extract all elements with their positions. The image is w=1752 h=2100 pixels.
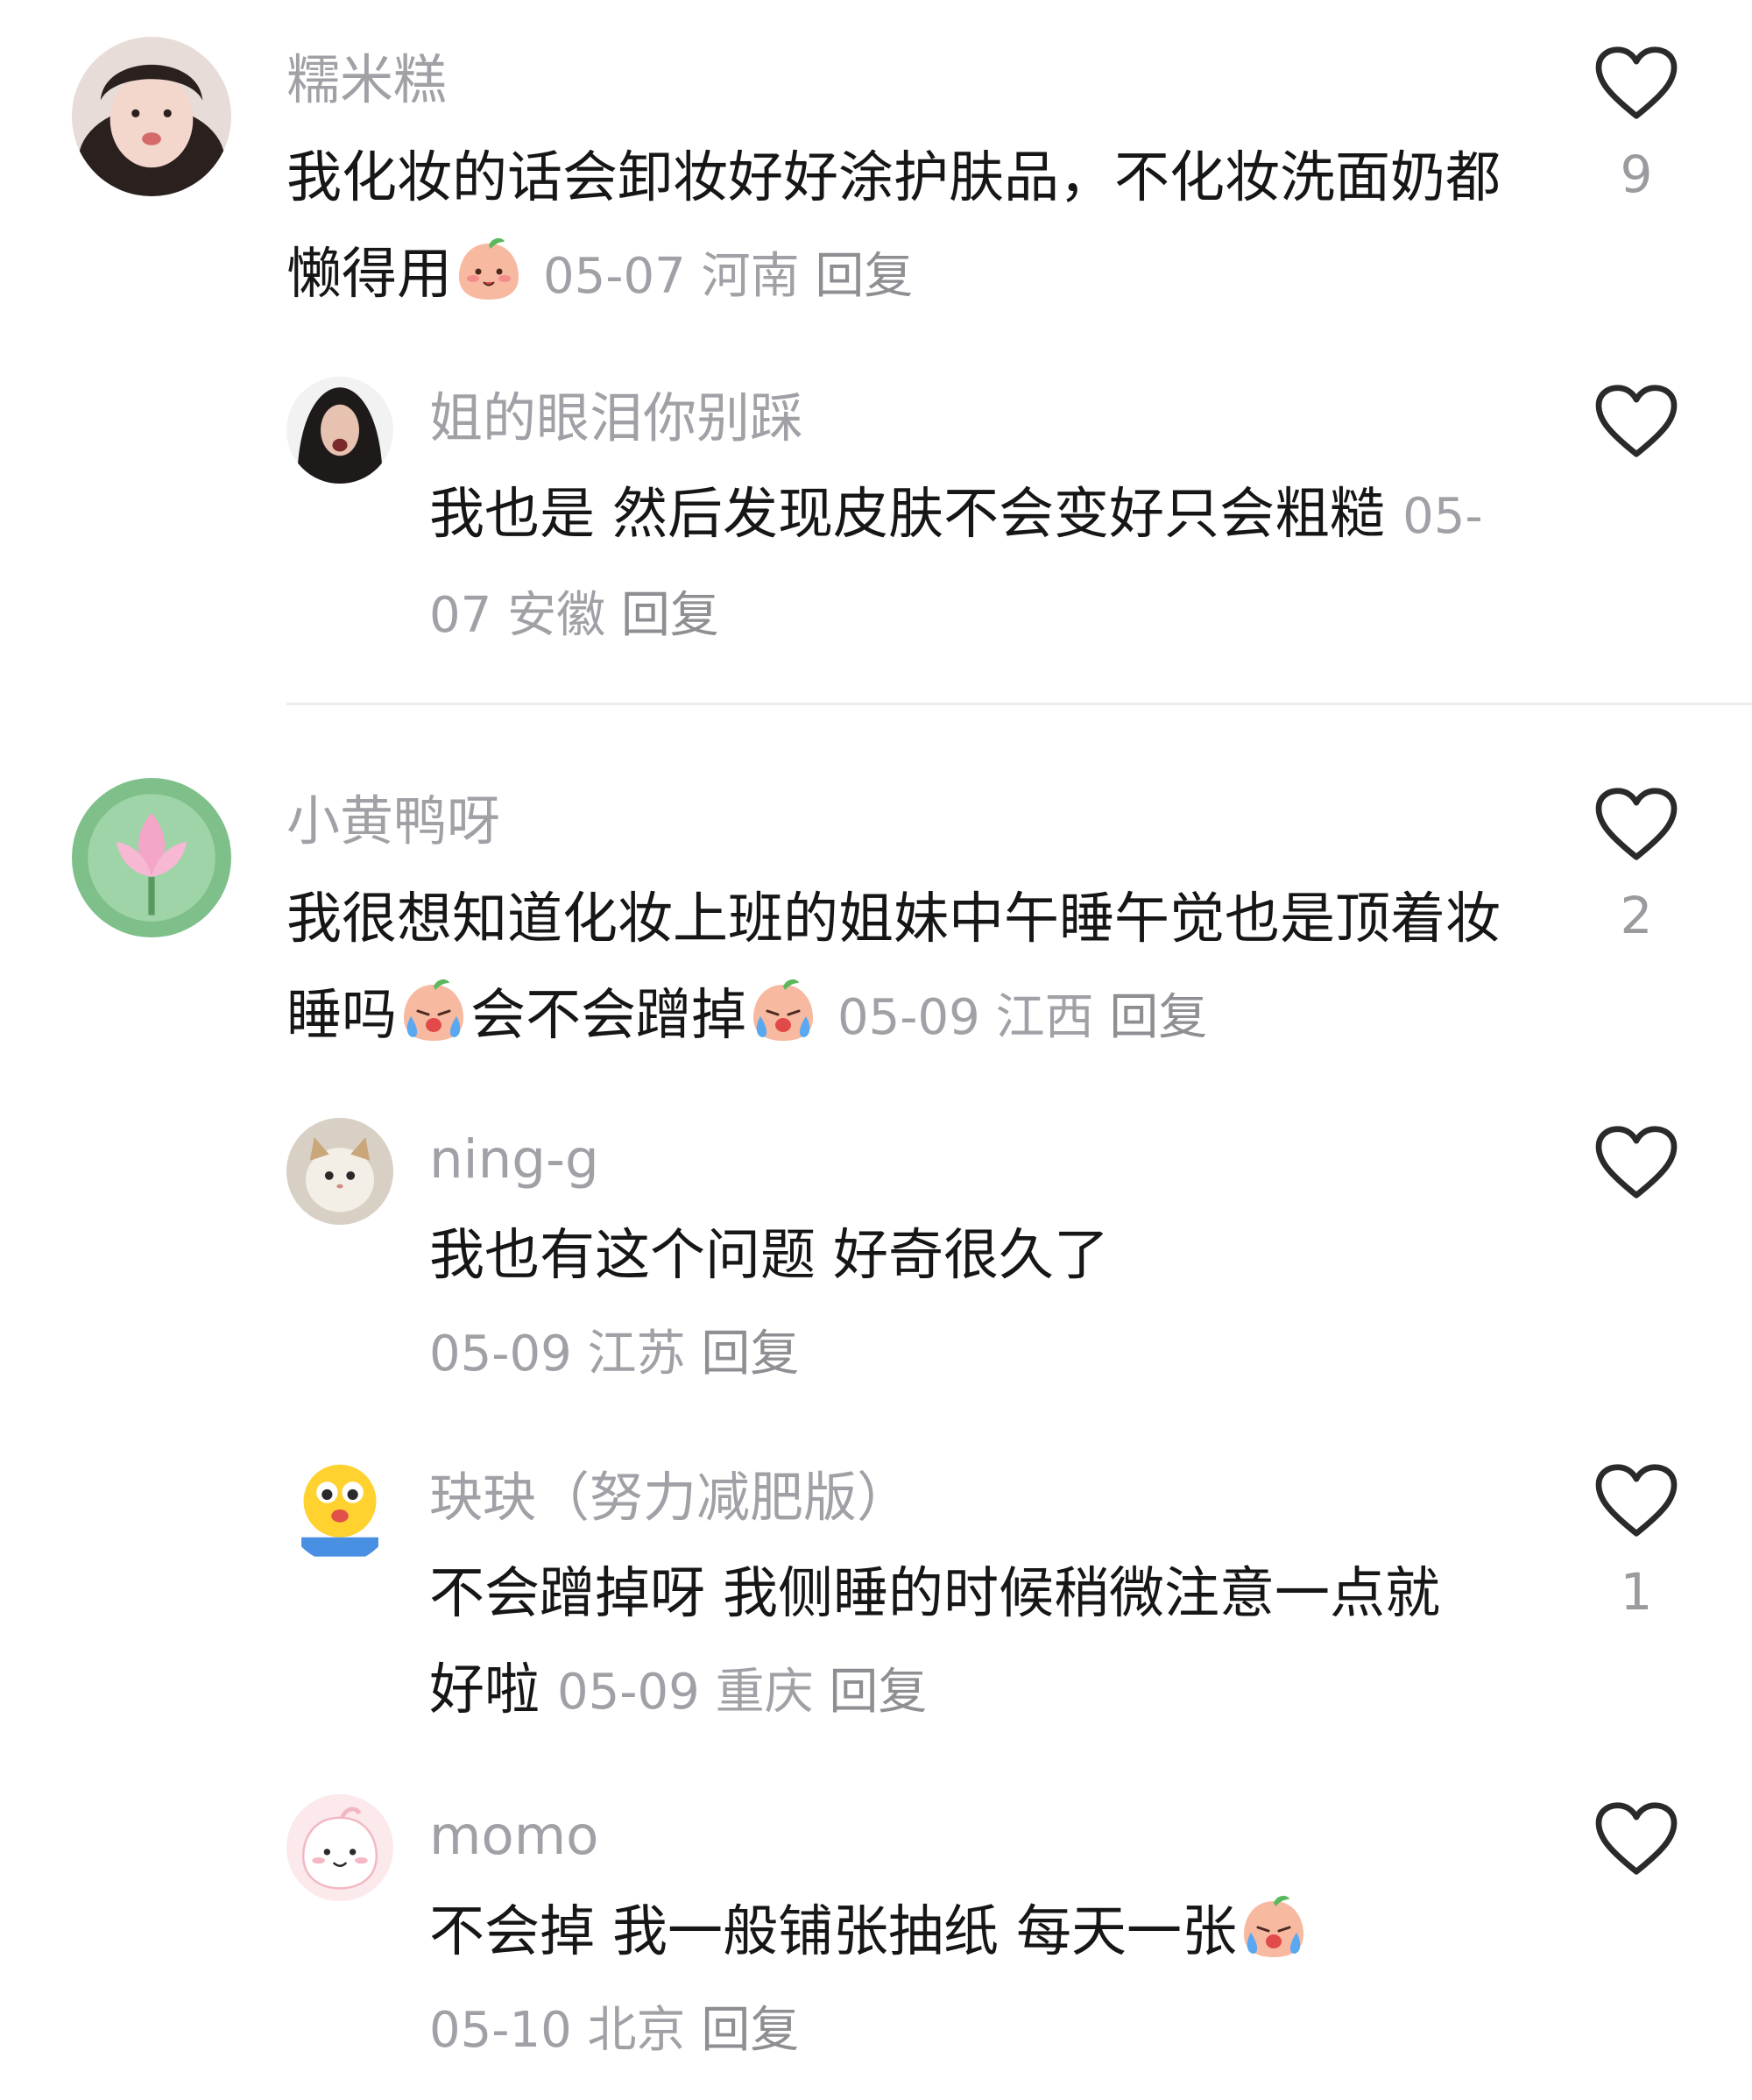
like-control: 1 (1584, 1463, 1689, 1623)
crying-emoji-icon (399, 974, 469, 1044)
reply-button[interactable]: 回复 (701, 2002, 799, 2059)
avatar[interactable] (286, 1118, 393, 1225)
reply-location: 北京 (587, 2002, 686, 2059)
like-count: 1 (1620, 1562, 1653, 1622)
reply-button[interactable]: 回复 (1109, 989, 1207, 1046)
like-control (1584, 384, 1689, 459)
comment-text: 我很想知道化妆上班的姐妹中午睡午觉也是顶着妆睡吗 会不会蹭掉 05-09 江西 回… (286, 871, 1504, 1066)
reply-button[interactable]: 回复 (621, 587, 719, 644)
reply-text: 我也有这个问题 好奇很久了 05-09 江苏 回复 (429, 1207, 1489, 1403)
reply-button[interactable]: 回复 (701, 1326, 799, 1382)
comment-text-content: 会不会蹭掉 (470, 983, 746, 1047)
avatar[interactable] (286, 377, 393, 484)
comment-meta: 05-09 江西 回复 (837, 989, 1207, 1046)
reply-location: 江苏 (587, 1326, 686, 1382)
username[interactable]: 玦玦（努力减肥版） (429, 1463, 910, 1533)
reply-button[interactable]: 回复 (815, 248, 913, 305)
crying-emoji-icon (748, 974, 818, 1044)
heart-icon[interactable] (1594, 1463, 1678, 1538)
like-control (1584, 1125, 1689, 1200)
username[interactable]: 小黄鸭呀 (286, 787, 500, 857)
reply-meta: 05-10 北京 回复 (429, 2002, 799, 2059)
comment-meta: 05-07 河南 回复 (543, 248, 913, 305)
reply-date: 05-10 (429, 2002, 572, 2059)
comment-date: 05-07 (543, 248, 686, 305)
heart-icon[interactable] (1594, 46, 1678, 121)
like-count: 9 (1620, 145, 1653, 204)
like-count: 2 (1620, 886, 1653, 945)
divider (286, 703, 1752, 705)
username[interactable]: momo (429, 1801, 598, 1871)
reply-date: 05-09 (429, 1326, 572, 1382)
avatar[interactable] (286, 1456, 393, 1563)
like-control: 9 (1584, 46, 1689, 205)
crying-emoji-icon (1239, 1891, 1309, 1961)
reply-meta: 05-09 重庆 回复 (557, 1664, 927, 1721)
reply-text: 不会掉 我一般铺张抽纸 每天一张 05-10 北京 回复 (429, 1884, 1489, 2079)
reply-text: 我也是 然后发现皮肤不会变好只会粗糙 05-07 安徽 回复 (429, 466, 1489, 664)
avatar[interactable] (72, 778, 231, 937)
reply-location: 安徽 (507, 587, 606, 644)
like-control: 2 (1584, 787, 1689, 946)
reply-text-content: 不会掉 我一般铺张抽纸 每天一张 (429, 1899, 1238, 1963)
heart-icon[interactable] (1594, 1125, 1678, 1200)
reply-meta: 05-09 江苏 回复 (429, 1326, 799, 1382)
avatar[interactable] (286, 1794, 393, 1901)
reply-button[interactable]: 回复 (829, 1664, 927, 1721)
heart-icon[interactable] (1594, 787, 1678, 862)
like-control (1584, 1801, 1689, 1877)
reply-text-content: 我也是 然后发现皮肤不会变好只会粗糙 (429, 482, 1386, 546)
comment-location: 江西 (995, 989, 1094, 1046)
username[interactable]: 糯米糕 (286, 46, 447, 116)
reply-text: 不会蹭掉呀 我侧睡的时候稍微注意一点就好啦 05-09 重庆 回复 (429, 1545, 1489, 1741)
username[interactable]: ning-g (429, 1125, 599, 1195)
comment-text: 我化妆的话会卸妆好好涂护肤品，不化妆洗面奶都懒得用 05-07 河南 回复 (286, 130, 1504, 325)
reply-text-content: 我也有这个问题 好奇很久了 (429, 1223, 1110, 1287)
comment-location: 河南 (701, 248, 800, 305)
heart-icon[interactable] (1594, 384, 1678, 459)
smile-emoji-icon (454, 233, 524, 303)
reply-date: 05-09 (557, 1664, 700, 1721)
heart-icon[interactable] (1594, 1801, 1678, 1877)
username[interactable]: 姐的眼泪你别踩 (429, 384, 803, 454)
comment-date: 05-09 (837, 989, 980, 1046)
avatar[interactable] (72, 37, 231, 196)
reply-location: 重庆 (715, 1664, 814, 1721)
